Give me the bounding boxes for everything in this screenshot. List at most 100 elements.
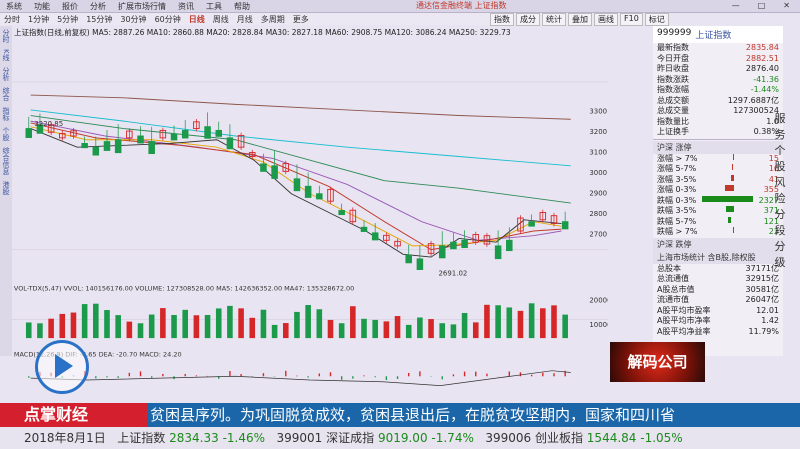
left-tab[interactable]: K线: [1, 49, 11, 61]
volume-bar: [450, 324, 457, 339]
menu-item[interactable]: 帮助: [228, 1, 256, 12]
period-tab[interactable]: 60分钟: [151, 14, 185, 25]
menu-item[interactable]: 报价: [56, 1, 84, 12]
volume-tick: 20000: [589, 297, 608, 305]
left-tab[interactable]: 个股: [1, 127, 11, 141]
volume-bar: [383, 321, 390, 339]
volume-bar: [562, 314, 568, 339]
side-menu-char[interactable]: 险: [775, 190, 786, 206]
side-menu-char[interactable]: 分: [775, 206, 786, 222]
volume-bar: [193, 315, 200, 339]
period-tab[interactable]: 分时: [0, 14, 24, 25]
volume-bar: [182, 309, 189, 339]
period-tab[interactable]: 5分钟: [53, 14, 82, 25]
volume-bar: [327, 319, 334, 339]
price-tick: 3100: [589, 149, 607, 157]
market-label: 流通市值: [657, 295, 689, 304]
menu-item[interactable]: 系统: [0, 1, 28, 12]
volume-bar: [126, 321, 133, 339]
left-tab[interactable]: 综合信息: [1, 147, 11, 175]
index2-code: 399001: [276, 431, 323, 445]
volume-bar: [417, 317, 423, 339]
right-toolbar: 指数 成分 统计 叠加 画线 F10 标记: [490, 13, 669, 26]
side-menu-char[interactable]: 个: [775, 142, 786, 158]
market-row: A股总市值 30581亿: [653, 285, 783, 296]
volume-bar: [282, 323, 289, 339]
menu-item[interactable]: 工具: [200, 1, 228, 12]
side-menu-char[interactable]: 风: [775, 174, 786, 190]
breadth-bar: [725, 206, 735, 212]
volume-bar: [551, 305, 557, 339]
volume-tick: 10000: [589, 321, 608, 329]
tool-button[interactable]: 成分: [516, 13, 540, 26]
volume-bar: [361, 318, 367, 339]
period-tab[interactable]: 15分钟: [82, 14, 116, 25]
kline-chart[interactable]: 3300 3200 3100 3000 2900 2800 2700 3220.…: [12, 36, 608, 426]
tool-button[interactable]: 叠加: [568, 13, 592, 26]
breadth-label: 涨幅 5-7%: [657, 164, 697, 173]
market-value: 1.42: [761, 316, 779, 325]
volume-bar: [472, 322, 479, 339]
volume-bar: [171, 314, 177, 339]
left-tab[interactable]: 分析: [1, 67, 11, 81]
quote-row: 昨日收盘 2876.40: [653, 64, 783, 75]
volume-bar: [495, 305, 501, 339]
price-tick: 2700: [589, 231, 607, 239]
low-label: 2691.02: [439, 270, 468, 278]
quote-label: 总成交额: [657, 95, 689, 105]
volume-bar: [316, 309, 323, 339]
volume-bar: [405, 324, 412, 339]
quote-value: -1.44%: [750, 85, 779, 94]
minimize-icon[interactable]: —: [726, 1, 746, 10]
maximize-icon[interactable]: □: [752, 1, 772, 10]
period-tab[interactable]: 周线: [209, 14, 233, 25]
quote-label: 今日开盘: [657, 53, 689, 63]
tool-button[interactable]: 指数: [490, 13, 514, 26]
volume-bar: [305, 305, 311, 339]
volume-bar: [81, 304, 88, 339]
menu-item[interactable]: 分析: [84, 1, 112, 12]
left-tab[interactable]: 综合: [1, 87, 11, 101]
period-tab[interactable]: 30分钟: [116, 14, 150, 25]
period-tab[interactable]: 多周期: [257, 14, 289, 25]
volume-bar: [294, 311, 300, 339]
side-menu-char[interactable]: 段: [775, 222, 786, 238]
quote-label: 指数量比: [657, 116, 689, 126]
period-tab[interactable]: 月线: [233, 14, 257, 25]
index3-value: 1544.84: [586, 431, 637, 445]
left-tab[interactable]: 分时: [1, 29, 11, 43]
side-menu-char[interactable]: 务: [775, 126, 786, 142]
side-menu-char[interactable]: 股: [775, 158, 786, 174]
play-button-icon[interactable]: [35, 340, 89, 394]
market-value: 32915亿: [745, 274, 779, 283]
market-value: 26047亿: [745, 295, 779, 304]
menu-item[interactable]: 资讯: [172, 1, 200, 12]
side-menu-char[interactable]: 服: [775, 110, 786, 126]
index2-value: 9019.00: [377, 431, 428, 445]
tool-button[interactable]: 标记: [644, 13, 669, 26]
breadth-label: 跌幅 3-5%: [657, 206, 697, 215]
period-tab[interactable]: 1分钟: [24, 14, 53, 25]
tool-button[interactable]: 画线: [594, 13, 618, 26]
volume-bar: [238, 308, 244, 339]
left-tab[interactable]: 指标: [1, 107, 11, 121]
tool-button[interactable]: 统计: [542, 13, 566, 26]
side-menu-char[interactable]: 分: [775, 238, 786, 254]
volume-bar: [506, 307, 513, 339]
period-tab-active[interactable]: 日线: [185, 14, 209, 25]
tool-button[interactable]: F10: [620, 13, 643, 26]
window-title: 通达信金融终端 上证指数: [416, 1, 507, 10]
breadth-bar: [701, 195, 753, 202]
period-tab[interactable]: 更多: [289, 14, 313, 25]
side-menu-char[interactable]: 级: [775, 254, 786, 270]
quote-value: 2876.40: [745, 64, 779, 73]
close-icon[interactable]: ✕: [777, 1, 796, 10]
volume-bar: [204, 314, 211, 339]
market-value: 11.79%: [748, 326, 779, 336]
volume-bar: [260, 309, 267, 339]
price-tick: 2800: [589, 210, 607, 218]
left-tab[interactable]: 港股: [1, 181, 11, 195]
menu-item[interactable]: 功能: [28, 1, 56, 12]
menu-item[interactable]: 扩展市场行情: [112, 1, 172, 12]
breadth-label: 跌幅 5-7%: [657, 216, 697, 226]
